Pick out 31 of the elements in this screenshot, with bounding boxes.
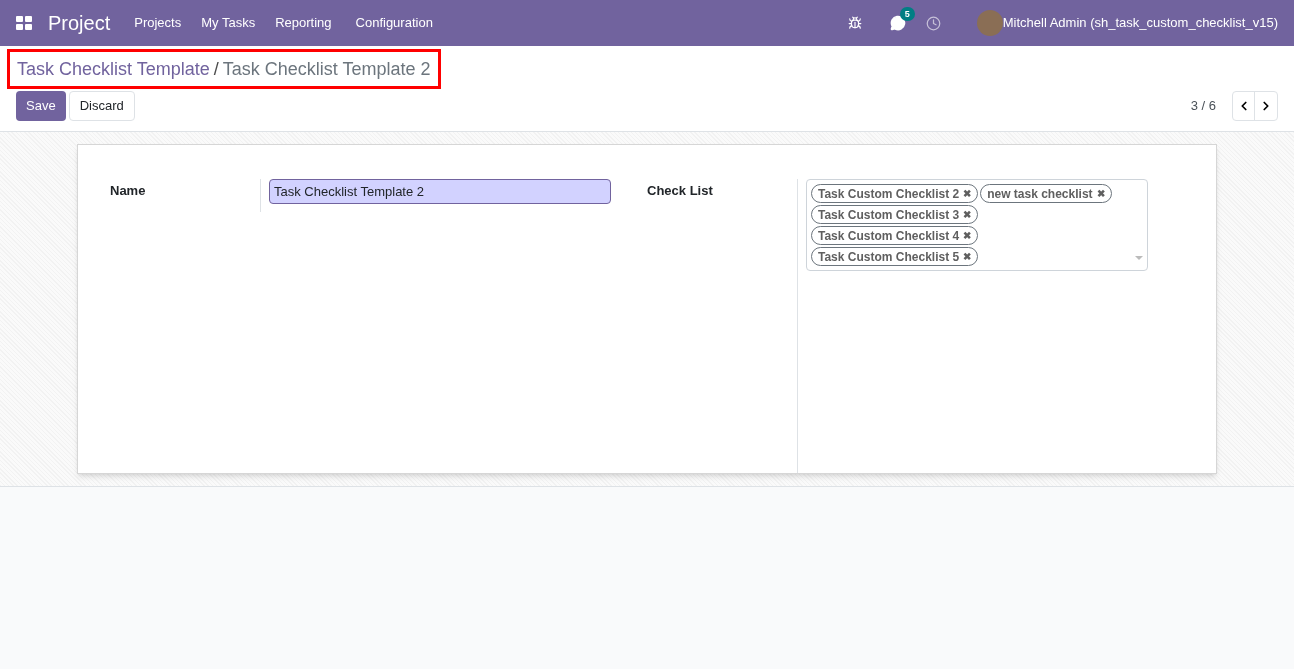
chat-icon[interactable] bbox=[889, 15, 906, 31]
field-label: Name bbox=[110, 182, 147, 200]
field-label: Check List bbox=[647, 182, 714, 200]
breadcrumb-current: Task Checklist Template 2 bbox=[222, 57, 431, 81]
menu-link[interactable]: Reporting bbox=[275, 13, 332, 33]
menu-link[interactable]: Projects bbox=[134, 13, 182, 33]
tag-remove-button[interactable]: ✖ bbox=[963, 207, 972, 222]
menu-link[interactable]: My Tasks bbox=[201, 13, 256, 33]
menu-link[interactable]: Configuration bbox=[355, 13, 433, 33]
tag-label: Task Custom Checklist 5 bbox=[818, 248, 960, 266]
discard-button[interactable]: Discard bbox=[68, 91, 135, 121]
breadcrumb-separator: / bbox=[213, 57, 219, 81]
name-input-field[interactable]: Task Checklist Template 2 bbox=[269, 179, 611, 204]
tag-remove-button[interactable]: ✖ bbox=[963, 249, 972, 264]
pager-value: 3 / 6 bbox=[1190, 97, 1216, 116]
tag-remove-button[interactable]: ✖ bbox=[1096, 186, 1105, 201]
user-name[interactable]: Mitchell Admin (sh_task_custom_checklist_v15) bbox=[1002, 13, 1278, 33]
app-title[interactable]: Project bbox=[48, 8, 111, 38]
tag-label: Task Custom Checklist 3 bbox=[818, 206, 960, 224]
bug-icon[interactable] bbox=[847, 16, 862, 30]
clock-icon[interactable] bbox=[925, 15, 941, 31]
save-button[interactable]: Save bbox=[16, 91, 66, 121]
message-count-badge: 5 bbox=[899, 7, 915, 21]
breadcrumb-link[interactable]: Task Checklist Template bbox=[17, 55, 210, 83]
checklist-tags-field[interactable]: Task Custom Checklist 2 ✖ new task checklist ✖ Task Custom Checklist 3 ✖ Task Custom Checklist 4 ✖ Task Custom Checklist 5 ✖ bbox=[806, 179, 1148, 271]
tag-label: Task Custom Checklist 4 bbox=[818, 227, 960, 245]
tag-label: Task Custom Checklist 2 bbox=[818, 185, 960, 203]
apps-menu-icon[interactable] bbox=[16, 16, 32, 30]
tag-remove-button[interactable]: ✖ bbox=[963, 186, 972, 201]
tag-label: new task checklist bbox=[987, 185, 1093, 203]
tag-remove-button[interactable]: ✖ bbox=[963, 228, 972, 243]
